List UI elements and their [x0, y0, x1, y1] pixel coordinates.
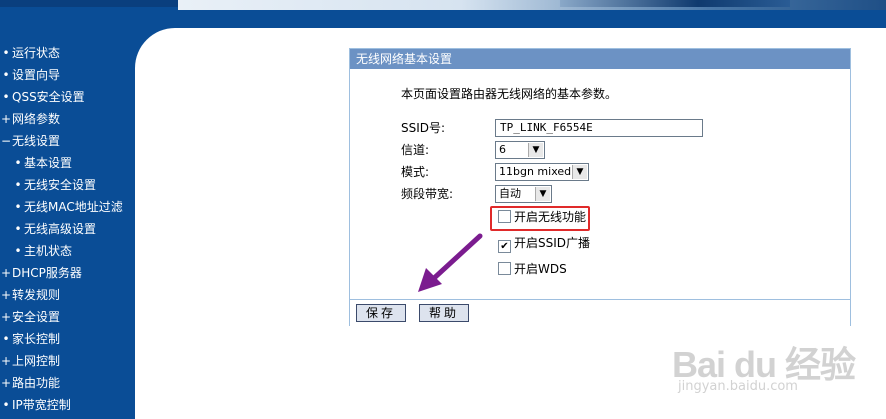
sidebar-item-label: 上网控制 [12, 354, 61, 368]
expand-icon: + [0, 112, 12, 126]
banner-graphic-dark [560, 0, 790, 7]
sidebar-item-security[interactable]: +安全设置 [0, 306, 135, 328]
expand-icon: + [0, 376, 12, 390]
mode-select[interactable]: 11bgn mixed ▼ [495, 163, 589, 181]
panel-title: 无线网络基本设置 [350, 49, 850, 69]
bullet-icon: • [2, 46, 10, 60]
baidu-watermark: Bai du 经验 jingyan.baidu.com [672, 336, 856, 394]
bandwidth-label: 频段带宽: [401, 187, 454, 201]
sidebar-subitem-advanced[interactable]: • 无线高级设置 [0, 218, 135, 240]
sidebar-item-label: 无线高级设置 [24, 222, 97, 236]
sidebar-item-wireless[interactable]: −无线设置 [0, 130, 135, 152]
sidebar-item-label: 转发规则 [12, 288, 61, 302]
bandwidth-select-value: 自动 [499, 187, 521, 200]
sidebar-item-qss[interactable]: • QSS安全设置 [0, 86, 135, 108]
bullet-icon: • [14, 156, 22, 170]
sidebar-item-label: 无线设置 [12, 134, 61, 148]
chevron-down-icon: ▼ [572, 165, 587, 179]
mode-select-value: 11bgn mixed [499, 165, 572, 178]
sidebar-item-label: QSS安全设置 [12, 90, 85, 104]
ssid-label: SSID号: [401, 121, 446, 135]
sidebar-item-label: 网络参数 [12, 112, 61, 126]
save-button[interactable]: 保存 [356, 304, 406, 322]
ssid-input[interactable]: TP_LINK_F6554E [495, 119, 703, 137]
sidebar-subitem-security[interactable]: • 无线安全设置 [0, 174, 135, 196]
expand-icon: + [0, 354, 12, 368]
annotation-arrow-icon [418, 233, 483, 292]
mode-row: 模式: [401, 162, 429, 182]
sidebar-item-parental[interactable]: • 家长控制 [0, 328, 135, 350]
bullet-icon: • [2, 68, 10, 82]
mode-label: 模式: [401, 165, 430, 179]
enable-ssid-broadcast-label: 开启SSID广播 [514, 236, 591, 250]
bullet-icon: • [14, 244, 22, 258]
sidebar-item-forwarding[interactable]: +转发规则 [0, 284, 135, 306]
sidebar-item-bandwidth[interactable]: • IP带宽控制 [0, 394, 135, 416]
enable-wireless-label: 开启无线功能 [514, 210, 587, 224]
bandwidth-select-wrap: 自动 ▼ [495, 185, 552, 203]
collapse-icon: − [0, 134, 12, 148]
watermark-url: jingyan.baidu.com [678, 379, 798, 394]
mode-select-wrap: 11bgn mixed ▼ [495, 163, 589, 181]
sidebar-item-label: 基本设置 [24, 156, 73, 170]
sidebar-subitem-mac-filter[interactable]: • 无线MAC地址过滤 [0, 196, 135, 218]
bandwidth-select[interactable]: 自动 ▼ [495, 185, 552, 203]
sidebar-item-access-control[interactable]: +上网控制 [0, 350, 135, 372]
checkbox-empty-icon [498, 210, 511, 223]
ssid-input-wrap: TP_LINK_F6554E [495, 119, 703, 137]
ssid-row: SSID号: [401, 118, 445, 138]
expand-icon: + [0, 288, 12, 302]
panel-footer: 保存 帮助 [350, 299, 850, 326]
sidebar-item-label: IP带宽控制 [12, 398, 71, 412]
chevron-down-icon: ▼ [535, 187, 550, 201]
chevron-down-icon: ▼ [528, 143, 543, 157]
checkmark-icon: ✔ [498, 240, 511, 253]
sidebar-corner [135, 28, 215, 108]
channel-select-wrap: 6 ▼ [495, 141, 545, 159]
panel-description: 本页面设置路由器无线网络的基本参数。 [401, 87, 618, 101]
enable-wds-label: 开启WDS [514, 262, 567, 276]
sidebar-item-label: 运行状态 [12, 46, 61, 60]
channel-row: 信道: [401, 140, 429, 160]
sidebar-item-label: 设置向导 [12, 68, 61, 82]
sidebar-item-label: DHCP服务器 [12, 266, 82, 280]
sidebar-subitem-hosts[interactable]: • 主机状态 [0, 240, 135, 262]
sidebar-item-dhcp[interactable]: +DHCP服务器 [0, 262, 135, 284]
sidebar-item-label: 无线安全设置 [24, 178, 97, 192]
sidebar-item-label: 路由功能 [12, 376, 61, 390]
sidebar-item-label: 主机状态 [24, 244, 73, 258]
enable-wireless-checkbox[interactable]: 开启无线功能 [498, 207, 586, 227]
enable-wds-checkbox[interactable]: 开启WDS [498, 259, 567, 279]
sidebar-item-routing[interactable]: +路由功能 [0, 372, 135, 394]
bullet-icon: • [14, 200, 22, 214]
top-banner [0, 0, 886, 28]
bandwidth-row: 频段带宽: [401, 184, 453, 204]
help-button[interactable]: 帮助 [419, 304, 469, 322]
bullet-icon: • [2, 332, 10, 346]
channel-select[interactable]: 6 ▼ [495, 141, 545, 159]
sidebar-item-label: 家长控制 [12, 332, 61, 346]
sidebar-item-network[interactable]: +网络参数 [0, 108, 135, 130]
bullet-icon: • [14, 178, 22, 192]
bullet-icon: • [14, 222, 22, 236]
expand-icon: + [0, 266, 12, 280]
sidebar-subitem-basic[interactable]: • 基本设置 [0, 152, 135, 174]
bullet-icon: • [2, 398, 10, 412]
sidebar-item-label: 安全设置 [12, 310, 61, 324]
sidebar-menu: • 运行状态 • 设置向导 • QSS安全设置 +网络参数 −无线设置 • 基本设置 •… [0, 42, 135, 416]
sidebar-item-label: 无线MAC地址过滤 [24, 200, 123, 214]
expand-icon: + [0, 310, 12, 324]
enable-ssid-broadcast-checkbox[interactable]: ✔ 开启SSID广播 [498, 233, 590, 253]
channel-select-value: 6 [499, 143, 506, 156]
bullet-icon: • [2, 90, 10, 104]
sidebar-item-status[interactable]: • 运行状态 [0, 42, 135, 64]
sidebar-item-wizard[interactable]: • 设置向导 [0, 64, 135, 86]
channel-label: 信道: [401, 143, 430, 157]
checkbox-empty-icon [498, 262, 511, 275]
